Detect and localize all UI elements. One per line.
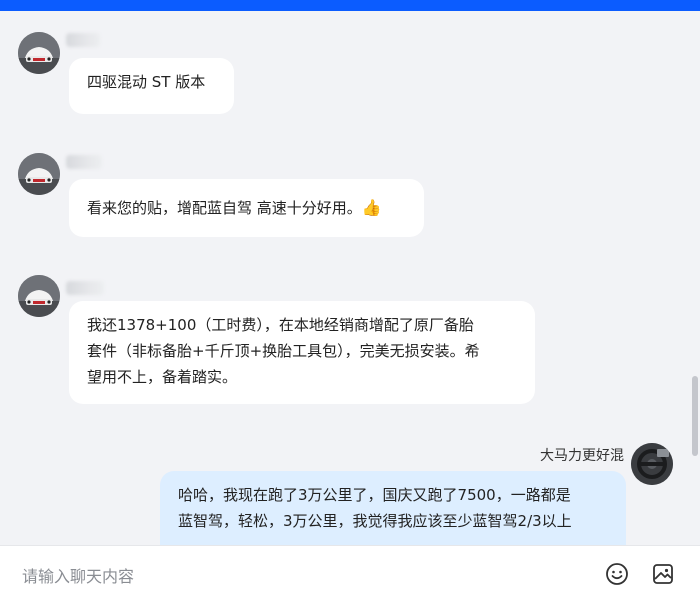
user-avatar[interactable] [18,153,60,195]
chat-input[interactable] [20,560,584,592]
chat-message-list[interactable]: 四驱混动 ST 版本 看来您的贴，增配蓝自驾 高速十分好用。👍 我还1378+1… [0,11,700,545]
message-text: 看来您的贴，增配蓝自驾 高速十分好用。 [87,199,362,217]
message-text: 四驱混动 ST 版本 [87,73,206,91]
car-avatar-icon [18,153,60,195]
username-redacted [66,281,104,295]
smiley-icon [606,563,628,585]
username-redacted [66,155,102,169]
user-avatar[interactable] [18,32,60,74]
self-username: 大马力更好混 [540,448,624,464]
steering-wheel-avatar-icon [631,443,673,485]
message-bubble[interactable]: 四驱混动 ST 版本 [69,58,234,114]
emoji-button[interactable] [603,560,631,588]
scrollbar-thumb[interactable] [692,376,698,456]
message-text-line: 望用不上，备着踏实。 [87,368,238,386]
image-icon [653,564,673,584]
user-avatar[interactable] [18,275,60,317]
chat-input-bar [0,545,700,610]
message-text-line: 哈哈，我现在跑了3万公里了，国庆又跑了7500，一路都是 [178,486,571,504]
self-message-bubble[interactable]: 哈哈，我现在跑了3万公里了，国庆又跑了7500，一路都是 蓝智驾，轻松，3万公里… [160,471,626,545]
username-redacted [66,33,100,47]
car-avatar-icon [18,275,60,317]
image-button[interactable] [649,560,677,588]
message-text-line: 套件（非标备胎+千斤顶+换胎工具包），完美无损安装。希 [87,342,480,360]
thumbs-up-icon: 👍 [361,198,382,217]
car-avatar-icon [18,32,60,74]
top-accent-bar [0,0,700,11]
message-bubble[interactable]: 我还1378+100（工时费），在本地经销商增配了原厂备胎 套件（非标备胎+千斤… [69,301,535,404]
message-text-line: 蓝智驾，轻松，3万公里，我觉得我应该至少蓝智驾2/3以上 [178,512,572,530]
message-bubble[interactable]: 看来您的贴，增配蓝自驾 高速十分好用。👍 [69,179,424,237]
message-text-line: 我还1378+100（工时费），在本地经销商增配了原厂备胎 [87,316,474,334]
self-avatar[interactable] [631,443,673,485]
